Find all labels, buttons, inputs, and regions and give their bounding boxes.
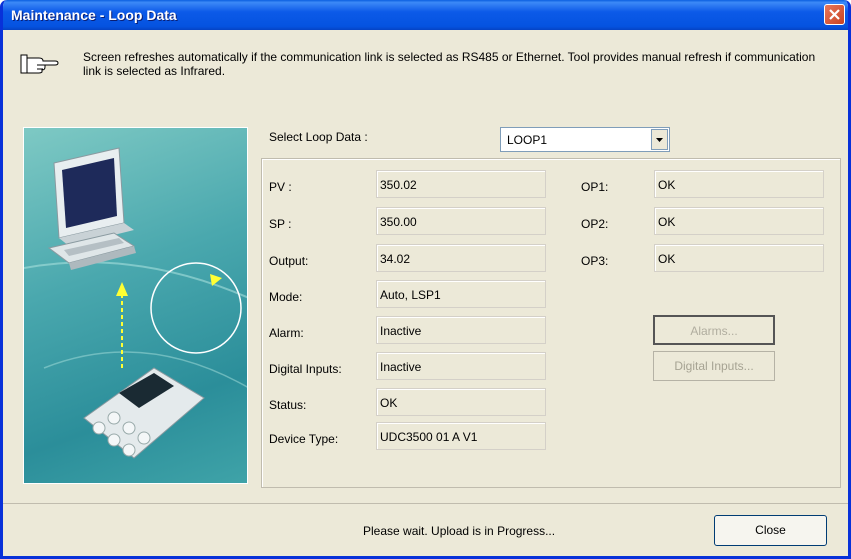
pointing-hand-icon (19, 52, 59, 76)
digital-inputs-button[interactable]: Digital Inputs... (653, 351, 775, 381)
close-icon[interactable] (824, 4, 845, 25)
op1-value: OK (654, 170, 824, 198)
alarm-value: Inactive (376, 316, 546, 344)
mode-value: Auto, LSP1 (376, 280, 546, 308)
sp-label: SP : (269, 217, 292, 231)
loop-select-value: LOOP1 (507, 133, 548, 147)
op1-label: OP1: (581, 180, 609, 194)
alarms-button[interactable]: Alarms... (653, 315, 775, 345)
op2-value: OK (654, 207, 824, 235)
title-bar[interactable]: Maintenance - Loop Data (3, 0, 848, 30)
status-value: OK (376, 388, 546, 416)
op3-value: OK (654, 244, 824, 272)
output-label: Output: (269, 254, 309, 268)
digital-inputs-value: Inactive (376, 352, 546, 380)
upload-status-message: Please wait. Upload is in Progress... (363, 524, 556, 538)
op2-label: OP2: (581, 217, 609, 231)
maintenance-dialog: Maintenance - Loop Data Screen refreshes… (0, 0, 851, 559)
op3-label: OP3: (581, 254, 609, 268)
chevron-down-icon[interactable] (651, 129, 668, 150)
loop-select[interactable]: LOOP1 (500, 127, 670, 152)
device-type-value: UDC3500 01 A V1 (376, 422, 546, 450)
output-value: 34.02 (376, 244, 546, 272)
device-type-label: Device Type: (269, 432, 339, 446)
close-button[interactable]: Close (714, 515, 827, 546)
window-title: Maintenance - Loop Data (11, 7, 177, 23)
status-label: Status: (269, 398, 307, 412)
mode-label: Mode: (269, 290, 303, 304)
device-illustration (23, 127, 248, 484)
pv-label: PV : (269, 180, 292, 194)
digital-inputs-label: Digital Inputs: (269, 362, 342, 376)
alarm-label: Alarm: (269, 326, 304, 340)
info-message: Screen refreshes automatically if the co… (83, 50, 816, 78)
select-loop-label: Select Loop Data : (269, 130, 368, 144)
sp-value: 350.00 (376, 207, 546, 235)
pv-value: 350.02 (376, 170, 546, 198)
